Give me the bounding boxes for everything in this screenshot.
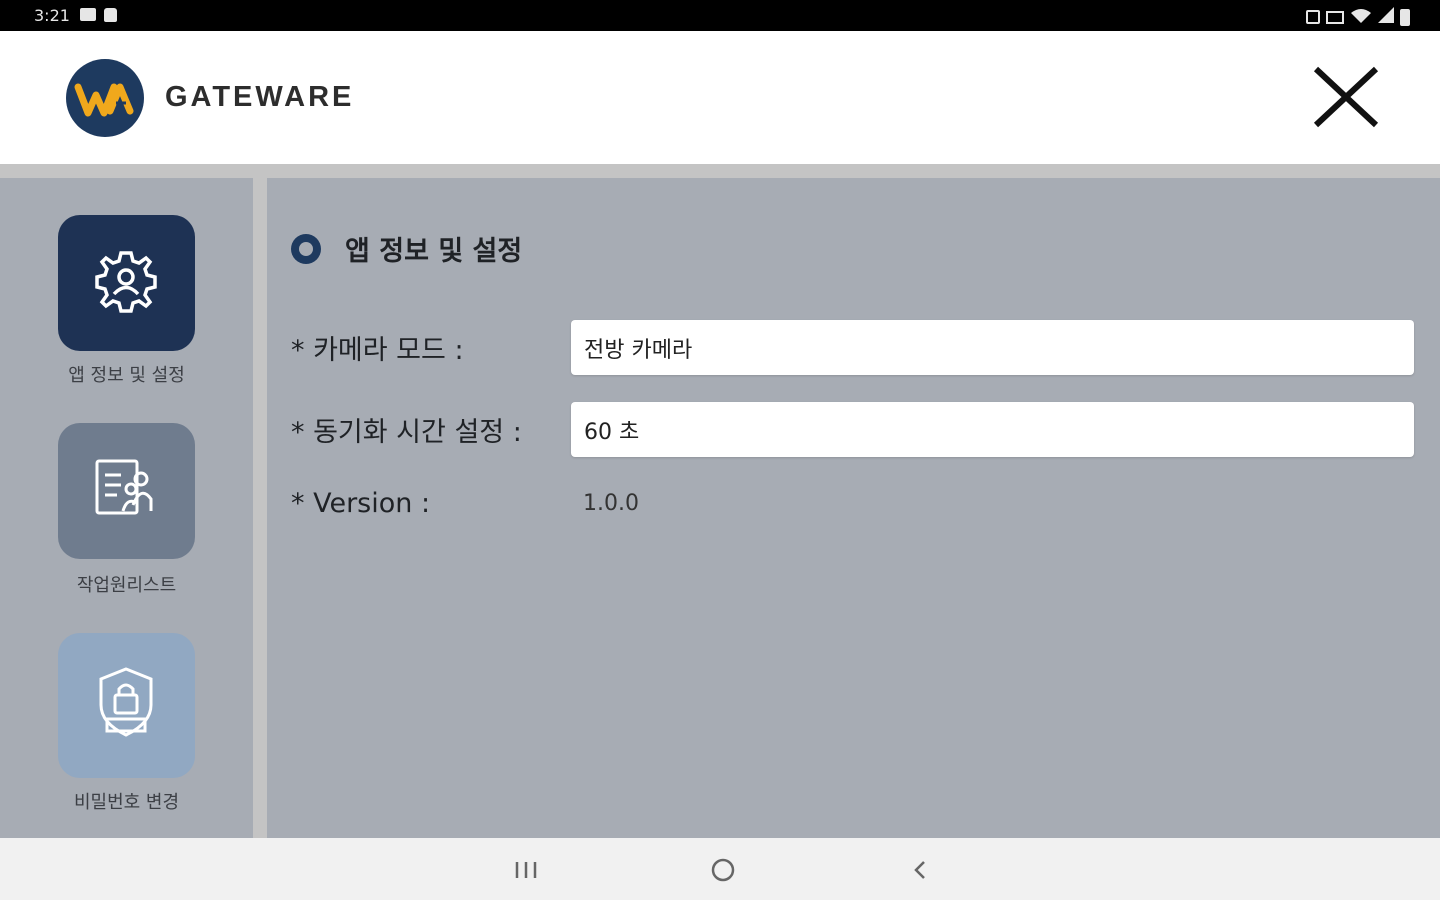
settings-panel: 앱 정보 및 설정 * 카메라 모드 : * 동기화 시간 설정 : * Ver…	[267, 178, 1440, 838]
volte-icon	[1326, 10, 1344, 24]
version-label: * Version :	[291, 488, 431, 519]
header-divider	[0, 164, 1440, 178]
app-header: GATEWARE	[0, 31, 1440, 164]
status-right-icons	[1306, 7, 1410, 27]
home-button[interactable]	[708, 856, 738, 884]
brand-name: GATEWARE	[165, 81, 355, 113]
back-button[interactable]	[906, 856, 936, 884]
status-bar: 3:21	[0, 0, 1440, 31]
sidebar-button-app-settings[interactable]	[58, 215, 195, 351]
close-icon[interactable]	[1306, 59, 1386, 139]
silent-icon	[1306, 10, 1320, 24]
back-icon[interactable]	[906, 856, 936, 884]
battery-icon	[1400, 8, 1410, 26]
sidebar-item-change-password[interactable]: 비밀번호 변경	[0, 618, 253, 828]
recent-apps-icon[interactable]	[511, 856, 541, 884]
sync-time-field[interactable]	[571, 402, 1414, 457]
system-nav-bar	[0, 838, 1440, 900]
signal-icon	[1378, 7, 1394, 27]
close-button[interactable]	[1306, 59, 1386, 139]
recent-apps-button[interactable]	[511, 856, 541, 884]
camera-mode-field[interactable]	[571, 320, 1414, 375]
sidebar-button-change-password[interactable]	[58, 633, 195, 778]
version-value: 1.0.0	[583, 491, 639, 516]
worker-list-icon	[95, 459, 153, 515]
camera-mode-label: * 카메라 모드 :	[291, 335, 464, 366]
status-time: 3:21	[34, 6, 70, 25]
home-icon[interactable]	[708, 856, 738, 884]
sidebar-button-worker-list[interactable]	[58, 423, 195, 559]
section-bullet-icon	[291, 234, 321, 264]
section-title: 앱 정보 및 설정	[345, 236, 523, 267]
sidebar-item-worker-list[interactable]: 작업원리스트	[0, 408, 253, 608]
logo-mark-icon	[74, 83, 134, 117]
notification-icon	[104, 8, 117, 22]
sidebar-separator	[253, 178, 267, 838]
sync-time-label: * 동기화 시간 설정 :	[291, 417, 522, 448]
sidebar-label-worker-list: 작업원리스트	[76, 575, 177, 596]
shield-lock-icon	[99, 667, 153, 737]
sidebar-label-change-password: 비밀번호 변경	[73, 792, 180, 813]
gallery-icon	[80, 8, 96, 21]
gateware-logo	[66, 59, 144, 137]
sidebar: 앱 정보 및 설정 작업원리스트 비밀번호 변경	[0, 178, 253, 838]
sidebar-label-app-settings: 앱 정보 및 설정	[68, 365, 185, 386]
sidebar-item-app-settings[interactable]: 앱 정보 및 설정	[0, 178, 253, 398]
wifi-icon	[1350, 7, 1372, 27]
gear-user-icon	[95, 251, 157, 313]
status-left-icons	[80, 8, 117, 22]
